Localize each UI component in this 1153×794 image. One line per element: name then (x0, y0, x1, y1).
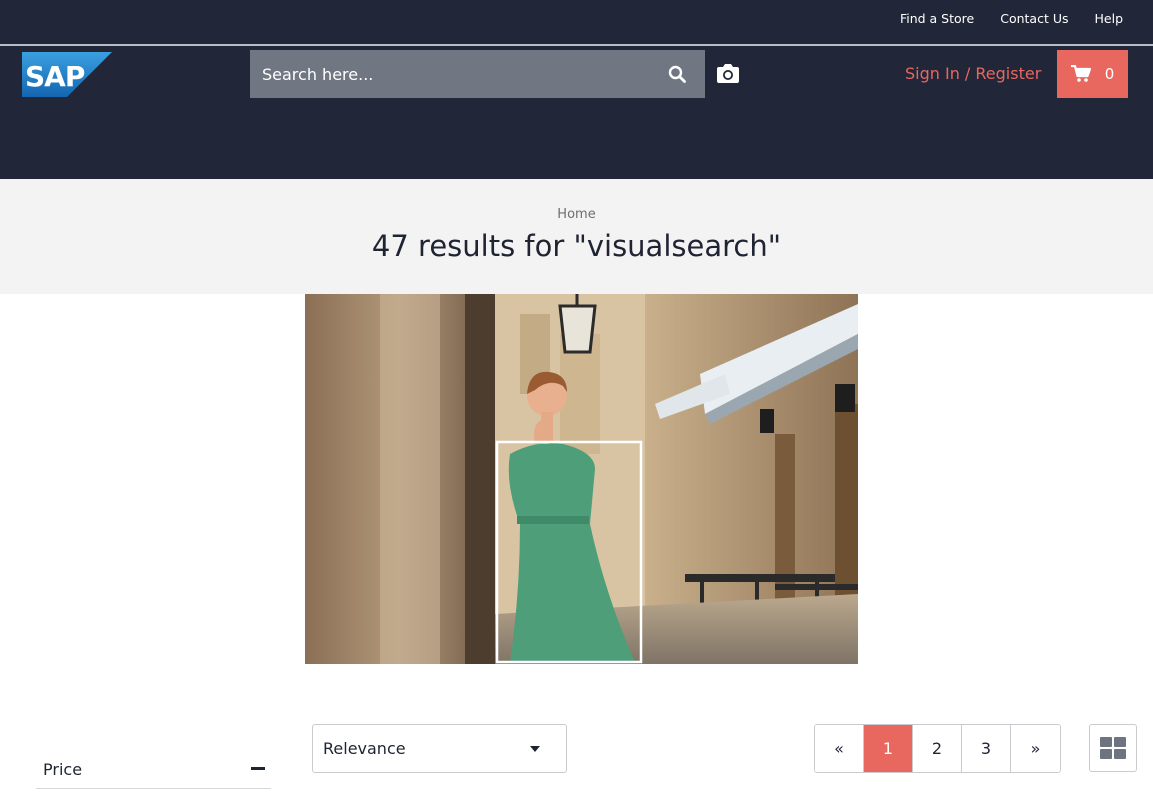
grid-view-icon (1100, 737, 1126, 759)
sap-logo[interactable]: SAP (22, 52, 112, 97)
site-header: Find a Store Contact Us Help SAP Sign In… (0, 0, 1153, 179)
utility-nav: Find a Store Contact Us Help (900, 11, 1123, 26)
sort-select[interactable]: Relevance (312, 724, 567, 773)
pagination: « 1 2 3 » (814, 724, 1061, 773)
search-button[interactable] (649, 50, 705, 98)
pagination-next[interactable]: » (1011, 725, 1060, 772)
signin-register-link[interactable]: Sign In / Register (905, 64, 1041, 83)
title-band: Home 47 results for "visualsearch" (0, 179, 1153, 294)
pagination-page-2[interactable]: 2 (913, 725, 962, 772)
facet-price: Price (36, 752, 271, 789)
find-store-link[interactable]: Find a Store (900, 11, 974, 26)
pagination-prev[interactable]: « (815, 725, 864, 772)
facet-title: Price (43, 760, 83, 779)
header-divider (0, 44, 1153, 46)
help-link[interactable]: Help (1095, 11, 1124, 26)
breadcrumb-home[interactable]: Home (0, 207, 1153, 222)
pagination-page-1[interactable]: 1 (864, 725, 913, 772)
camera-icon[interactable] (715, 62, 741, 86)
svg-text:SAP: SAP (25, 60, 85, 93)
sort-selected-value: Relevance (323, 739, 406, 758)
collapse-icon[interactable] (251, 767, 265, 770)
grid-view-toggle[interactable] (1089, 724, 1137, 772)
search-input[interactable] (250, 50, 649, 98)
visual-search-image[interactable] (305, 294, 858, 664)
search-bar (250, 50, 705, 98)
cart-icon (1070, 65, 1091, 82)
cart-count: 0 (1104, 65, 1115, 83)
caret-down-icon (530, 746, 540, 752)
page-title: 47 results for "visualsearch" (371, 229, 782, 263)
search-icon (668, 65, 686, 83)
contact-us-link[interactable]: Contact Us (1000, 11, 1068, 26)
cart-button[interactable]: 0 (1057, 50, 1128, 98)
pagination-page-3[interactable]: 3 (962, 725, 1011, 772)
